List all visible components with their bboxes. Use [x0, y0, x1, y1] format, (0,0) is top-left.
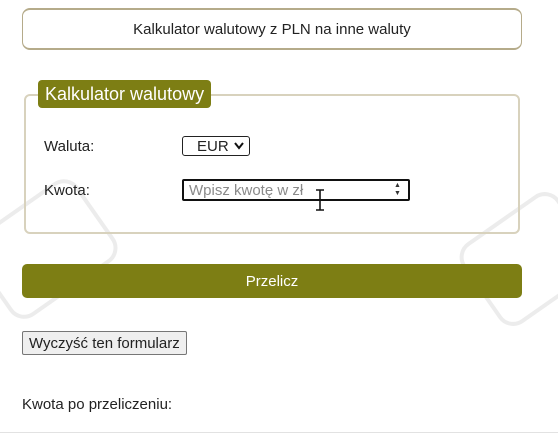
currency-select[interactable]: EUR — [182, 136, 250, 156]
page-title: Kalkulator walutowy z PLN na inne waluty — [133, 20, 411, 38]
reset-button[interactable]: Wyczyść ten formularz — [22, 331, 187, 355]
amount-label: Kwota: — [44, 182, 90, 199]
text-cursor-icon — [316, 189, 324, 211]
amount-input[interactable]: Wpisz kwotę w zł ▲ ▼ — [182, 179, 410, 201]
convert-button[interactable]: Przelicz — [22, 264, 522, 298]
calculator-fieldset — [24, 94, 520, 234]
number-spinner[interactable]: ▲ ▼ — [394, 182, 402, 198]
convert-button-label: Przelicz — [245, 272, 299, 290]
spinner-up-icon[interactable]: ▲ — [394, 182, 402, 190]
result-label: Kwota po przeliczeniu: — [22, 396, 173, 413]
reset-button-label: Wyczyść ten formularz — [29, 334, 180, 352]
page-title-box: Kalkulator walutowy z PLN na inne waluty — [22, 8, 522, 50]
calculator-legend: Kalkulator walutowy — [38, 80, 212, 108]
currency-label: Waluta: — [44, 138, 95, 155]
currency-selected-value: EUR — [197, 137, 229, 155]
calculator-legend-text: Kalkulator walutowy — [45, 83, 205, 104]
spinner-down-icon[interactable]: ▼ — [394, 190, 402, 198]
chevron-down-icon — [234, 139, 244, 156]
amount-placeholder: Wpisz kwotę w zł — [189, 181, 304, 199]
